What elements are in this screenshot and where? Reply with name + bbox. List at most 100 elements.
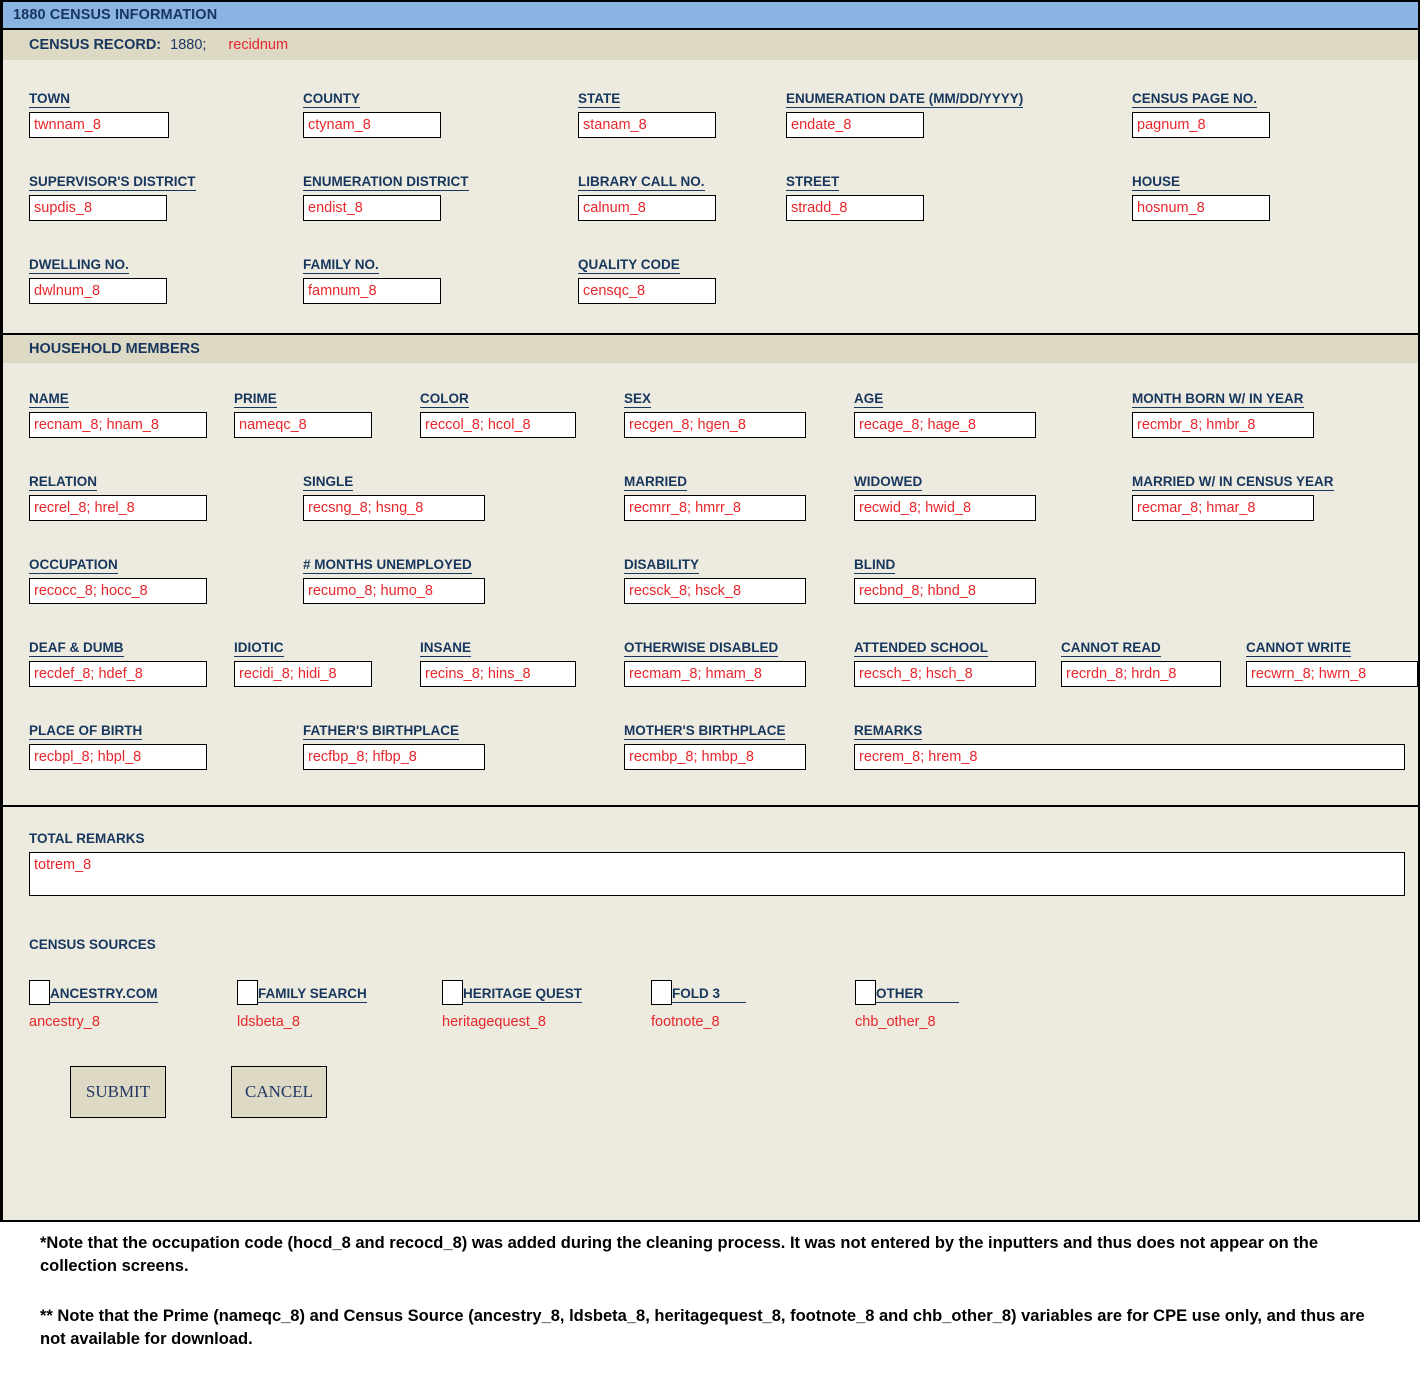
census-source-other-label: OTHER bbox=[876, 986, 959, 1003]
field-otherwise-disabled-value: recmam_8; hmam_8 bbox=[629, 666, 762, 683]
field-state-value: stanam_8 bbox=[583, 117, 647, 134]
field-month-born-within-year-input[interactable]: recmbr_8; hmbr_8 bbox=[1132, 412, 1314, 438]
field-married-label: MARRIED bbox=[624, 474, 687, 491]
field-supervisors-district-input[interactable]: supdis_8 bbox=[29, 195, 167, 221]
field-dwelling-no-value: dwlnum_8 bbox=[34, 283, 100, 300]
field-relation-label: RELATION bbox=[29, 474, 97, 491]
field-occupation-value: recocc_8; hocc_8 bbox=[34, 583, 148, 600]
field-remarks-input[interactable]: recrem_8; hrem_8 bbox=[854, 744, 1405, 770]
field-census-page-no-input[interactable]: pagnum_8 bbox=[1132, 112, 1270, 138]
checkbox-ancestry[interactable] bbox=[29, 980, 50, 1005]
field-otherwise-disabled-input[interactable]: recmam_8; hmam_8 bbox=[624, 661, 806, 687]
field-cannot-write: CANNOT WRITE recwrn_8; hwrn_8 bbox=[1246, 639, 1418, 687]
census-source-fold-3-variable: footnote_8 bbox=[651, 1014, 746, 1030]
household-members-panel: NAME recnam_8; hnam_8 PRIME nameqc_8 COL… bbox=[3, 363, 1418, 805]
field-prime-label: PRIME bbox=[234, 391, 277, 408]
field-dwelling-no: DWELLING NO. dwlnum_8 bbox=[29, 256, 167, 304]
field-county-value: ctynam_8 bbox=[308, 117, 371, 134]
field-cannot-write-label: CANNOT WRITE bbox=[1246, 640, 1351, 657]
field-enumeration-district-input[interactable]: endist_8 bbox=[303, 195, 441, 221]
field-idiotic-input[interactable]: recidi_8; hidi_8 bbox=[234, 661, 372, 687]
field-sex-input[interactable]: recgen_8; hgen_8 bbox=[624, 412, 806, 438]
field-otherwise-disabled: OTHERWISE DISABLED recmam_8; hmam_8 bbox=[624, 639, 806, 687]
field-widowed-value: recwid_8; hwid_8 bbox=[859, 500, 971, 517]
field-deaf-and-dumb-label: DEAF & DUMB bbox=[29, 640, 124, 657]
footnote-occupation-code: *Note that the occupation code (hocd_8 a… bbox=[40, 1232, 1390, 1279]
field-months-unemployed-input[interactable]: recumo_8; humo_8 bbox=[303, 578, 485, 604]
field-prime-input[interactable]: nameqc_8 bbox=[234, 412, 372, 438]
field-idiotic-label: IDIOTIC bbox=[234, 640, 284, 657]
field-county-input[interactable]: ctynam_8 bbox=[303, 112, 441, 138]
field-state-input[interactable]: stanam_8 bbox=[578, 112, 716, 138]
field-deaf-and-dumb-input[interactable]: recdef_8; hdef_8 bbox=[29, 661, 207, 687]
field-blind-input[interactable]: recbnd_8; hbnd_8 bbox=[854, 578, 1036, 604]
field-quality-code: QUALITY CODE censqc_8 bbox=[578, 256, 716, 304]
field-married-within-census-year-input[interactable]: recmar_8; hmar_8 bbox=[1132, 495, 1314, 521]
field-family-no-value: famnum_8 bbox=[308, 283, 377, 300]
census-source-heritage-quest-label: HERITAGE QUEST bbox=[463, 986, 582, 1003]
submit-button[interactable]: SUBMIT bbox=[70, 1066, 166, 1118]
total-remarks-input[interactable]: totrem_8 bbox=[29, 852, 1405, 896]
field-state: STATE stanam_8 bbox=[578, 90, 716, 138]
field-library-call-no: LIBRARY CALL NO. calnum_8 bbox=[578, 173, 716, 221]
checkbox-heritage-quest[interactable] bbox=[442, 980, 463, 1005]
field-age-input[interactable]: recage_8; hage_8 bbox=[854, 412, 1036, 438]
census-source-heritage-quest-variable: heritagequest_8 bbox=[442, 1014, 582, 1030]
record-detail-panel: TOWN twnnam_8 COUNTY ctynam_8 STATE stan… bbox=[3, 60, 1418, 333]
field-house-value: hosnum_8 bbox=[1137, 200, 1205, 217]
field-house: HOUSE hosnum_8 bbox=[1132, 173, 1270, 221]
field-street-input[interactable]: stradd_8 bbox=[786, 195, 924, 221]
field-dwelling-no-input[interactable]: dwlnum_8 bbox=[29, 278, 167, 304]
field-mothers-birthplace: MOTHER'S BIRTHPLACE recmbp_8; hmbp_8 bbox=[624, 722, 806, 770]
field-family-no-label: FAMILY NO. bbox=[303, 257, 379, 274]
field-relation-input[interactable]: recrel_8; hrel_8 bbox=[29, 495, 207, 521]
field-married-input[interactable]: recmrr_8; hmrr_8 bbox=[624, 495, 806, 521]
field-color: COLOR reccol_8; hcol_8 bbox=[420, 390, 576, 438]
field-fathers-birthplace: FATHER'S BIRTHPLACE recfbp_8; hfbp_8 bbox=[303, 722, 485, 770]
checkbox-family-search[interactable] bbox=[237, 980, 258, 1005]
field-color-input[interactable]: reccol_8; hcol_8 bbox=[420, 412, 576, 438]
field-single-input[interactable]: recsng_8; hsng_8 bbox=[303, 495, 485, 521]
field-color-value: reccol_8; hcol_8 bbox=[425, 417, 531, 434]
field-idiotic: IDIOTIC recidi_8; hidi_8 bbox=[234, 639, 372, 687]
field-quality-code-input[interactable]: censqc_8 bbox=[578, 278, 716, 304]
field-mothers-birthplace-input[interactable]: recmbp_8; hmbp_8 bbox=[624, 744, 806, 770]
field-enumeration-date-label: ENUMERATION DATE (MM/DD/YYYY) bbox=[786, 91, 1023, 108]
total-remarks-block: TOTAL REMARKS totrem_8 bbox=[29, 831, 1405, 896]
field-enumeration-date: ENUMERATION DATE (MM/DD/YYYY) endate_8 bbox=[786, 90, 924, 138]
field-cannot-read-input[interactable]: recrdn_8; hrdn_8 bbox=[1061, 661, 1221, 687]
field-fathers-birthplace-input[interactable]: recfbp_8; hfbp_8 bbox=[303, 744, 485, 770]
total-remarks-value: totrem_8 bbox=[34, 857, 91, 873]
field-disability-input[interactable]: recsck_8; hsck_8 bbox=[624, 578, 806, 604]
field-town-value: twnnam_8 bbox=[34, 117, 101, 134]
census-source-family-search-variable: ldsbeta_8 bbox=[237, 1014, 367, 1030]
field-insane-input[interactable]: recins_8; hins_8 bbox=[420, 661, 576, 687]
field-quality-code-label: QUALITY CODE bbox=[578, 257, 680, 274]
field-enumeration-date-input[interactable]: endate_8 bbox=[786, 112, 924, 138]
field-widowed-input[interactable]: recwid_8; hwid_8 bbox=[854, 495, 1036, 521]
field-place-of-birth-input[interactable]: recbpl_8; hbpl_8 bbox=[29, 744, 207, 770]
field-cannot-write-input[interactable]: recwrn_8; hwrn_8 bbox=[1246, 661, 1418, 687]
cancel-button[interactable]: CANCEL bbox=[231, 1066, 327, 1118]
field-disability: DISABILITY recsck_8; hsck_8 bbox=[624, 556, 806, 604]
field-attended-school-input[interactable]: recsch_8; hsch_8 bbox=[854, 661, 1036, 687]
field-town-input[interactable]: twnnam_8 bbox=[29, 112, 169, 138]
field-blind: BLIND recbnd_8; hbnd_8 bbox=[854, 556, 1036, 604]
census-record-bar: CENSUS RECORD: 1880; recidnum bbox=[3, 30, 1418, 60]
field-sex: SEX recgen_8; hgen_8 bbox=[624, 390, 806, 438]
field-library-call-no-value: calnum_8 bbox=[583, 200, 646, 217]
field-occupation-input[interactable]: recocc_8; hocc_8 bbox=[29, 578, 207, 604]
field-census-page-no-label: CENSUS PAGE NO. bbox=[1132, 91, 1257, 108]
field-name-input[interactable]: recnam_8; hnam_8 bbox=[29, 412, 207, 438]
census-source-family-search-label: FAMILY SEARCH bbox=[258, 986, 367, 1003]
checkbox-other[interactable] bbox=[855, 980, 876, 1005]
field-house-input[interactable]: hosnum_8 bbox=[1132, 195, 1270, 221]
field-street-value: stradd_8 bbox=[791, 200, 847, 217]
field-family-no-input[interactable]: famnum_8 bbox=[303, 278, 441, 304]
field-quality-code-value: censqc_8 bbox=[583, 283, 645, 300]
checkbox-fold-3[interactable] bbox=[651, 980, 672, 1005]
field-idiotic-value: recidi_8; hidi_8 bbox=[239, 666, 337, 683]
field-dwelling-no-label: DWELLING NO. bbox=[29, 257, 129, 274]
field-library-call-no-input[interactable]: calnum_8 bbox=[578, 195, 716, 221]
field-prime-value: nameqc_8 bbox=[239, 417, 307, 434]
